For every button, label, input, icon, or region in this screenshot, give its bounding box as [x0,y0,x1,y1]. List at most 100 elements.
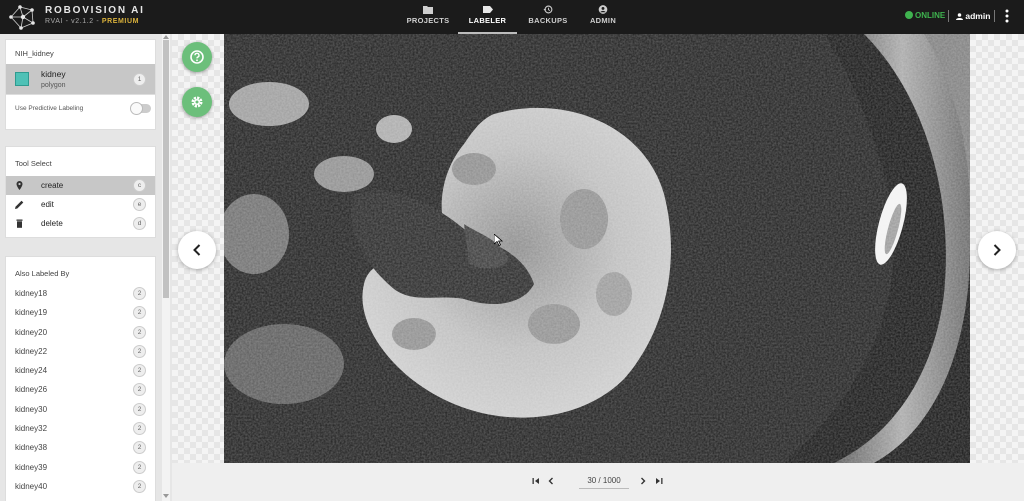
list-item[interactable]: kidney40 2 [6,477,155,496]
ct-scan-image[interactable] [224,34,970,463]
person-icon [956,12,963,20]
label-color-swatch [15,72,29,86]
also-labeled-count: 2 [133,383,146,397]
online-status: ONLINE [905,11,945,20]
last-page-icon[interactable] [655,477,663,485]
tool-delete-label: delete [41,219,63,228]
also-labeled-name: kidney22 [15,346,48,356]
tool-edit-label: edit [41,200,54,209]
trash-icon [16,219,23,228]
list-item[interactable]: kidney30 2 [6,400,155,419]
labeling-canvas[interactable] [172,34,1024,463]
nav-labeler[interactable]: LABELER [458,0,517,34]
next-page-icon[interactable] [639,477,647,485]
project-name: NIH_kidney [15,49,54,58]
user-name: admin [965,11,991,21]
also-labeled-count: 2 [133,364,146,378]
list-item[interactable]: kidney18 2 [6,284,155,303]
project-card: NIH_kidney kidney polygon 1 Use Predicti… [5,39,156,130]
previous-image-button[interactable] [178,231,216,269]
label-item-kidney[interactable]: kidney polygon 1 [6,64,155,94]
chevron-left-icon [193,244,201,256]
list-item[interactable]: kidney19 2 [6,303,155,322]
nav-backups[interactable]: BACKUPS [526,0,570,34]
predictive-labeling-row: Use Predictive Labeling [6,94,155,122]
also-labeled-name: kidney26 [15,385,48,395]
chevron-right-icon [993,244,1001,256]
also-labeled-count: 2 [133,325,146,339]
nav-backups-label: BACKUPS [528,16,568,25]
first-page-icon[interactable] [532,477,540,485]
also-labeled-name: kidney20 [15,327,48,337]
tool-create[interactable]: create c [6,176,155,195]
also-labeled-title: Also Labeled By [15,269,70,278]
tool-create-label: create [41,181,64,190]
help-button[interactable] [182,42,212,72]
also-labeled-name: kidney32 [15,424,48,434]
mouse-cursor-icon [494,234,504,246]
settings-button[interactable] [182,87,212,117]
label-name: kidney [41,69,66,79]
also-labeled-count: 2 [133,441,146,455]
label-type: polygon [41,82,66,89]
also-labeled-count: 2 [133,402,146,416]
tool-select-card: Tool Select create c edit e delete d [5,146,156,238]
history-icon [543,5,553,14]
also-labeled-count: 2 [133,344,146,358]
also-labeled-name: kidney19 [15,308,48,318]
toggle-knob [130,102,143,115]
also-labeled-name: kidney24 [15,366,48,376]
more-vert-icon[interactable] [1005,9,1009,23]
scroll-thumb[interactable] [163,40,169,298]
brand-name: ROBOVISION AI [45,5,145,16]
pencil-icon [15,200,24,209]
predictive-labeling-label: Use Predictive Labeling [15,105,84,112]
list-item[interactable]: kidney22 2 [6,342,155,361]
image-pager: 30 / 1000 [172,463,1024,501]
version-text: RVAI - v2.1.2 - [45,18,100,25]
page-position: 30 / 1000 [579,476,629,489]
nav-admin-label: ADMIN [589,16,617,25]
list-item[interactable]: kidney39 2 [6,458,155,477]
previous-page-icon[interactable] [547,477,555,485]
pin-icon [16,181,23,190]
list-item[interactable]: kidney20 2 [6,323,155,342]
sidebar-scrollbar[interactable] [162,34,170,501]
tool-delete-shortcut: d [133,217,146,230]
nav-labeler-label: LABELER [468,16,507,25]
also-labeled-count: 2 [133,460,146,474]
list-item[interactable]: kidney24 2 [6,361,155,380]
nav-projects-label: PROJECTS [406,16,450,25]
online-status-text: ONLINE [915,11,946,20]
robovision-logo-icon [9,5,35,30]
also-labeled-count: 2 [133,306,146,320]
also-labeled-card: Also Labeled By kidney18 2 kidney19 2 kidn… [5,256,156,501]
help-icon [190,50,204,64]
tool-create-shortcut: c [133,179,146,192]
also-labeled-count: 2 [133,422,146,436]
list-item[interactable]: kidney32 2 [6,419,155,438]
brand-version: RVAI - v2.1.2 - PREMIUM [45,18,139,25]
tool-delete[interactable]: delete d [6,214,155,233]
user-menu[interactable]: admin [956,11,990,21]
next-image-button[interactable] [978,231,1016,269]
also-labeled-name: kidney39 [15,462,48,472]
scroll-down-icon[interactable] [163,493,169,499]
edition-badge: PREMIUM [101,18,140,25]
predictive-labeling-toggle[interactable] [130,102,151,115]
list-item[interactable]: kidney26 2 [6,380,155,399]
also-labeled-name: kidney18 [15,289,48,298]
online-status-icon [905,11,913,19]
nav-admin[interactable]: ADMIN [586,0,620,34]
account-icon [598,5,608,14]
top-bar: ROBOVISION AI RVAI - v2.1.2 - PREMIUM PR… [0,0,1024,34]
label-tag-icon [482,6,493,13]
also-labeled-name: kidney38 [15,443,48,453]
tool-edit[interactable]: edit e [6,195,155,214]
also-labeled-count: 2 [133,287,146,300]
label-count-badge: 1 [133,73,146,86]
also-labeled-name: kidney40 [15,481,48,491]
gear-icon [191,96,203,108]
nav-projects[interactable]: PROJECTS [404,0,452,34]
list-item[interactable]: kidney38 2 [6,438,155,457]
